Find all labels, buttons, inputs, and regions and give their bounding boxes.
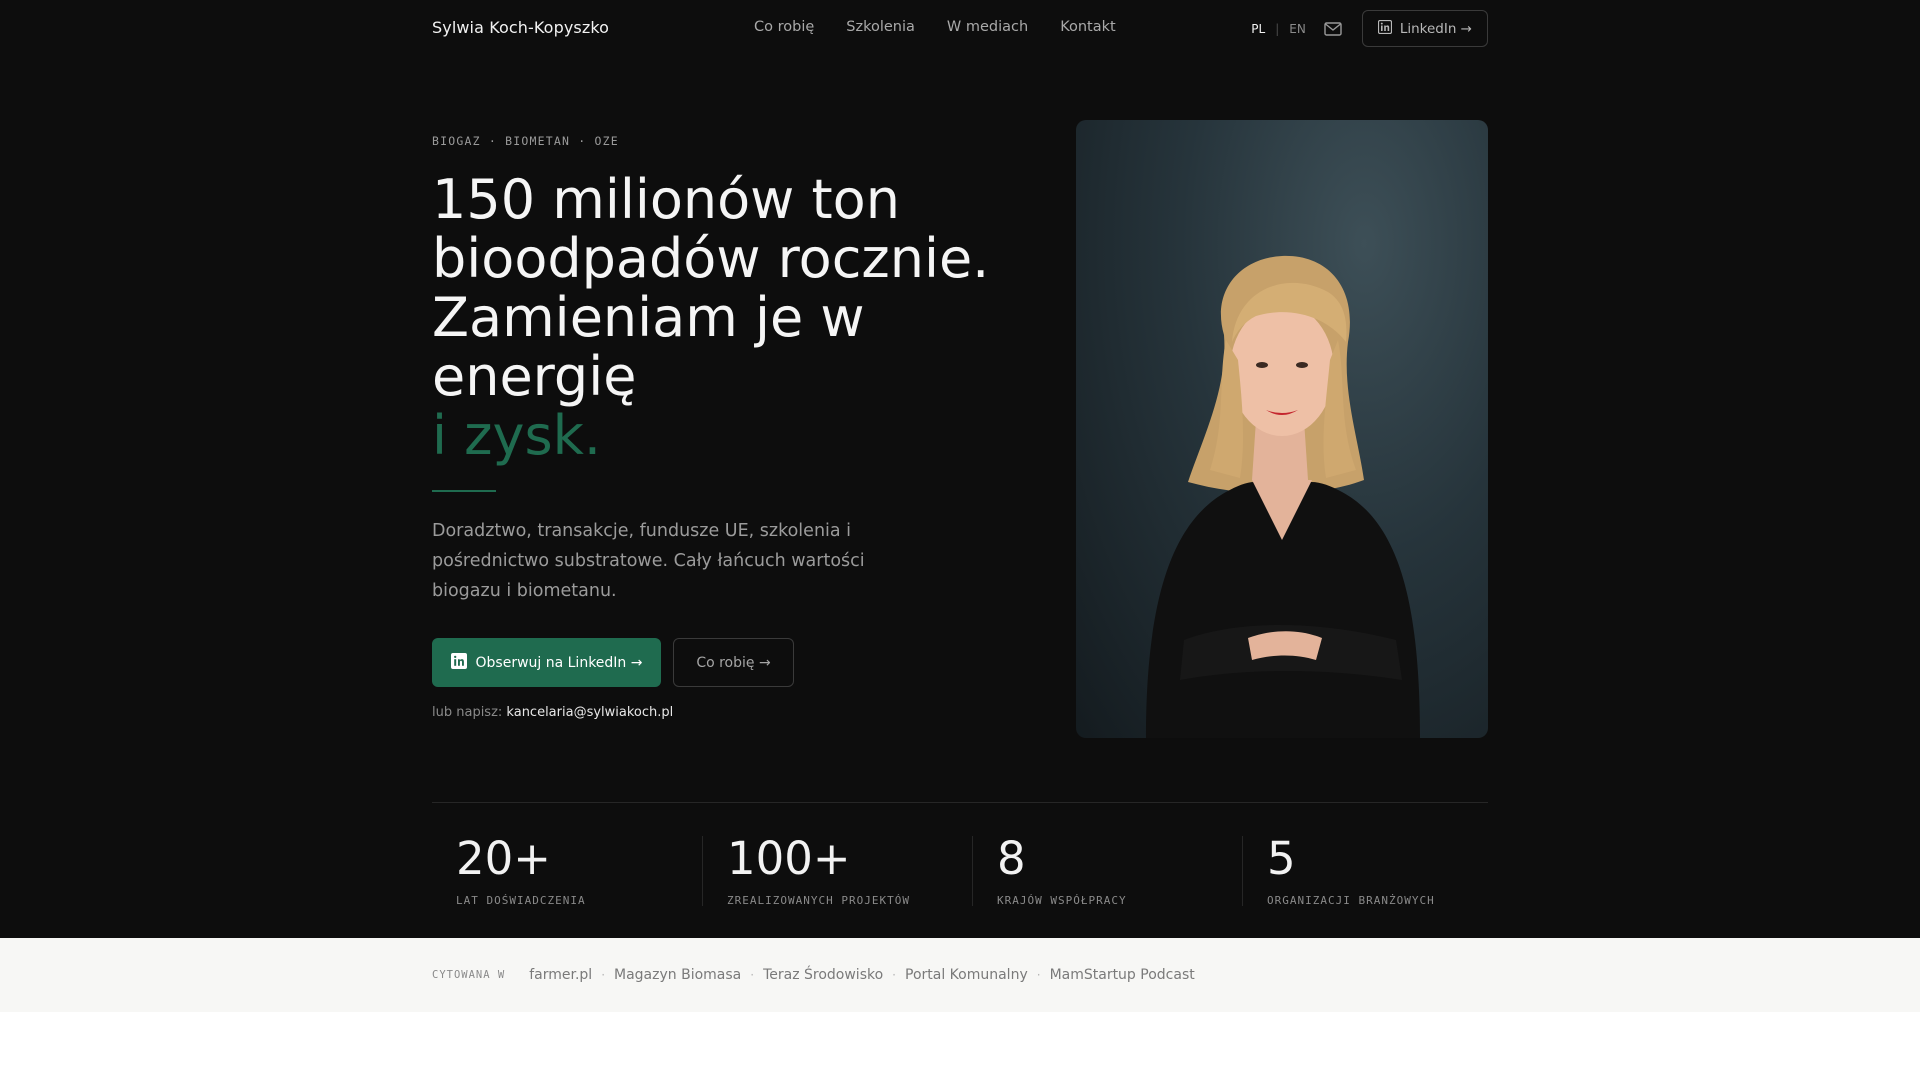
press-item-teraz-srodowisko[interactable]: Teraz Środowisko (763, 967, 883, 983)
linkedin-nav-button[interactable]: LinkedIn → (1361, 10, 1488, 47)
stat-separator (702, 836, 703, 906)
press-separator: · (1036, 968, 1041, 982)
top-nav: Sylwia Koch-Kopyszko Co robię Szkolenia … (432, 0, 1488, 54)
portrait-photo (1076, 120, 1488, 738)
nav-link-kontakt[interactable]: Kontakt (1060, 19, 1116, 35)
stat-label: ORGANIZACJI BRANŻOWYCH (1267, 894, 1435, 907)
hero-lead: Doradztwo, transakcje, fundusze UE, szko… (432, 521, 865, 601)
stat-value: 5 (1267, 832, 1296, 885)
hero-headline-accent: i zysk. (432, 404, 602, 467)
nav-actions: PL | EN LinkedIn → (1251, 10, 1488, 47)
hero-headline-main: 150 milionów ton bioodpadów rocznie. Zam… (432, 168, 990, 408)
press-bar: CYTOWANA W farmer.pl · Magazyn Biomasa ·… (0, 938, 1920, 1012)
press-list: CYTOWANA W farmer.pl · Magazyn Biomasa ·… (432, 938, 1195, 1012)
press-item-mamstartup[interactable]: MamStartup Podcast (1050, 967, 1195, 983)
linkedin-nav-label: LinkedIn → (1399, 20, 1472, 37)
stat-separator (1242, 836, 1243, 906)
press-item-portal-komunalny[interactable]: Portal Komunalny (905, 967, 1028, 983)
stats-divider (432, 802, 1488, 803)
contact-prefix: lub napisz: (432, 705, 503, 720)
nav-link-szkolenia[interactable]: Szkolenia (846, 19, 915, 35)
press-separator: · (601, 968, 606, 982)
lang-en[interactable]: EN (1289, 22, 1306, 36)
co-robie-button[interactable]: Co robię → (673, 638, 794, 687)
hero-eyebrow: BIOGAZ · BIOMETAN · OZE (432, 134, 619, 148)
press-item-farmer[interactable]: farmer.pl (529, 967, 592, 983)
stat-countries: 8 KRAJÓW WSPÓŁPRACY (997, 832, 1127, 908)
contact-email-link[interactable]: kancelaria@sylwiakoch.pl (506, 705, 673, 720)
stat-separator (972, 836, 973, 906)
press-label: CYTOWANA W (432, 969, 506, 981)
press-item-magazyn-biomasa[interactable]: Magazyn Biomasa (614, 967, 741, 983)
nav-link-w-mediach[interactable]: W mediach (947, 19, 1028, 35)
stat-label: ZREALIZOWANYCH PROJEKTÓW (727, 894, 910, 907)
press-separator: · (892, 968, 896, 982)
stat-value: 8 (997, 832, 1026, 885)
linkedin-icon (450, 652, 467, 673)
hero-background (0, 0, 1920, 938)
stat-label: LAT DOŚWIADCZENIA (456, 894, 586, 907)
stat-projects: 100+ ZREALIZOWANYCH PROJEKTÓW (727, 832, 910, 908)
stat-organizations: 5 ORGANIZACJI BRANŻOWYCH (1267, 832, 1435, 908)
contact-line: lub napisz: kancelaria@sylwiakoch.pl (432, 705, 673, 720)
follow-linkedin-button[interactable]: Obserwuj na LinkedIn → (432, 638, 661, 687)
lang-pl[interactable]: PL (1251, 22, 1265, 36)
follow-linkedin-label: Obserwuj na LinkedIn → (475, 654, 643, 671)
linkedin-icon (1377, 19, 1392, 38)
hero-headline: 150 milionów ton bioodpadów rocznie. Zam… (432, 170, 1052, 465)
stat-value: 20+ (456, 832, 551, 885)
portrait-illustration (1146, 255, 1420, 738)
stat-label: KRAJÓW WSPÓŁPRACY (997, 894, 1127, 907)
press-separator: · (750, 968, 755, 982)
brand-name[interactable]: Sylwia Koch-Kopyszko (432, 18, 609, 37)
nav-links: Co robię Szkolenia W mediach Kontakt (754, 0, 1116, 54)
mail-icon[interactable] (1324, 21, 1342, 36)
stat-experience: 20+ LAT DOŚWIADCZENIA (456, 832, 586, 908)
stat-value: 100+ (727, 832, 851, 885)
accent-divider (432, 490, 496, 492)
lang-separator: | (1275, 21, 1280, 36)
nav-link-co-robie[interactable]: Co robię (754, 19, 814, 35)
